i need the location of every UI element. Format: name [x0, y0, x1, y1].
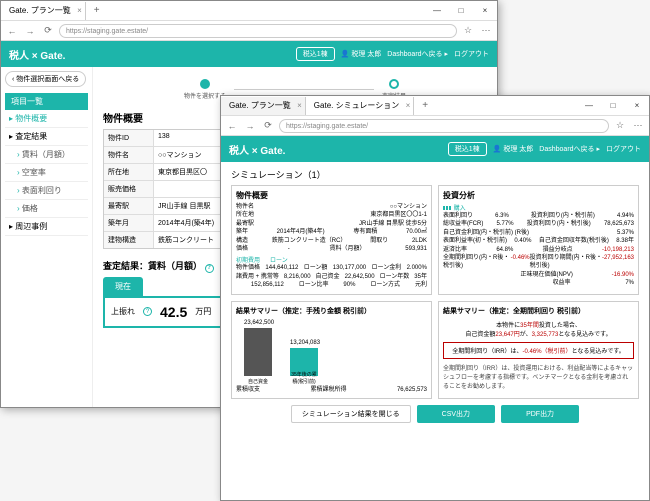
result-value: 42.5 [160, 304, 187, 320]
summary-irr: 結果サマリー（推定：全期間利回り 税引前） 本物件に35年間投資した場合、 自己… [438, 301, 639, 399]
minimize-button[interactable]: — [577, 96, 601, 116]
app-header: 税人 × Gate. 税込1棟 税理 太郎 Dashboardへ戻る ▸ ログア… [1, 41, 497, 67]
maximize-button[interactable]: □ [449, 1, 473, 21]
sim-content: シミュレーション（1） 物件概要 物件名○○マンション 所在地東京都目黒区〇〇1… [221, 162, 649, 500]
header-badge[interactable]: 税込1棟 [448, 142, 487, 156]
url-bar: ← → ⟳ https://staging.gate.estate/ ☆ ⋯ [1, 21, 497, 41]
browser-tab[interactable]: Gate. プラン一覧× [1, 2, 86, 20]
sidebar-item-cases[interactable]: ▸ 周辺事例 [5, 218, 88, 236]
user-name[interactable]: 税理 太郎 [493, 144, 534, 154]
help-icon[interactable]: ? [205, 264, 214, 273]
back-nav-icon[interactable]: ← [225, 121, 239, 131]
header-badge[interactable]: 税込1棟 [296, 47, 335, 61]
close-tab-icon[interactable]: × [77, 6, 82, 15]
app-header: 税人 × Gate. 税込1棟 税理 太郎 Dashboardへ戻る ▸ ログア… [221, 136, 649, 162]
window-simulation: Gate. プラン一覧× Gate. シミュレーション× + — □ × ← →… [220, 95, 650, 501]
panel-overview: 物件概要 物件名○○マンション 所在地東京都目黒区〇〇1-1 最寄駅JR山手線 … [231, 185, 432, 295]
sidebar-item-overview[interactable]: ▸ 物件概要 [5, 110, 88, 128]
summary-cash: 結果サマリー（推定：手残り金額 税引前） 23,642,500自己資金 13,2… [231, 301, 432, 399]
url-bar: ← → ⟳ https://staging.gate.estate/ ☆ ⋯ [221, 116, 649, 136]
minimize-button[interactable]: — [425, 1, 449, 21]
close-window-button[interactable]: × [473, 1, 497, 21]
back-nav-icon[interactable]: ← [5, 26, 19, 36]
forward-nav-icon[interactable]: → [23, 26, 37, 36]
url-input[interactable]: https://staging.gate.estate/ [59, 24, 457, 38]
logout-button[interactable]: ログアウト [606, 144, 641, 154]
new-tab-button[interactable]: + [86, 5, 108, 16]
back-link[interactable]: ‹ 物件選択画面へ戻る [5, 71, 86, 87]
panel-analysis: 投資分析 購入 表面利回り6.3%投資利回り(内・税引前)4.94% 総収益率(… [438, 185, 639, 295]
logout-button[interactable]: ログアウト [454, 49, 489, 59]
menu-icon[interactable]: ⋯ [631, 120, 645, 131]
maximize-button[interactable]: □ [601, 96, 625, 116]
reload-icon[interactable]: ⟳ [261, 120, 275, 131]
sidebar-sub-yield[interactable]: 表面利回り [5, 182, 88, 200]
dashboard-link[interactable]: Dashboardへ戻る ▸ [539, 144, 600, 154]
irr-highlight-box: 全期間利回り（IRR）は、-0.46%（税引前）となる見込みです。 [443, 342, 634, 359]
close-window-button[interactable]: × [625, 96, 649, 116]
help-icon[interactable]: ? [143, 307, 152, 316]
sidebar-item-results[interactable]: ▸ 査定結果 [5, 128, 88, 146]
new-tab-button[interactable]: + [414, 100, 436, 111]
star-icon[interactable]: ☆ [461, 25, 475, 36]
browser-tab-2[interactable]: Gate. シミュレーション× [306, 97, 414, 115]
sidebar-header: 項目一覧 [5, 93, 88, 110]
pdf-button[interactable]: PDF出力 [501, 405, 579, 423]
reload-icon[interactable]: ⟳ [41, 25, 55, 36]
result-tab-current[interactable]: 現在 [103, 277, 143, 296]
sim-title: シミュレーション（1） [231, 168, 639, 181]
sidebar: ‹ 物件選択画面へ戻る 項目一覧 ▸ 物件概要 ▸ 査定結果 賃料（月額） 空室… [1, 67, 93, 407]
forward-nav-icon[interactable]: → [243, 121, 257, 131]
sidebar-sub-vacancy[interactable]: 空室率 [5, 164, 88, 182]
dashboard-link[interactable]: Dashboardへ戻る ▸ [387, 49, 448, 59]
logo: 税人 × Gate. [229, 142, 285, 157]
close-sim-button[interactable]: シミュレーション結果を開じる [291, 405, 411, 423]
sidebar-sub-price[interactable]: 価格 [5, 200, 88, 218]
titlebar: Gate. プラン一覧× + — □ × [1, 1, 497, 21]
menu-icon[interactable]: ⋯ [479, 25, 493, 36]
url-input[interactable]: https://staging.gate.estate/ [279, 119, 609, 133]
csv-button[interactable]: CSV出力 [417, 405, 495, 423]
user-name[interactable]: 税理 太郎 [341, 49, 382, 59]
browser-tab-1[interactable]: Gate. プラン一覧× [221, 97, 306, 115]
overview-title: 物件概要 [103, 110, 143, 125]
titlebar: Gate. プラン一覧× Gate. シミュレーション× + — □ × [221, 96, 649, 116]
summary-chart: 23,642,500自己資金 13,204,08335年後の累積(税引前) [236, 320, 427, 376]
sidebar-sub-rent[interactable]: 賃料（月額） [5, 146, 88, 164]
logo: 税人 × Gate. [9, 47, 65, 62]
star-icon[interactable]: ☆ [613, 120, 627, 131]
